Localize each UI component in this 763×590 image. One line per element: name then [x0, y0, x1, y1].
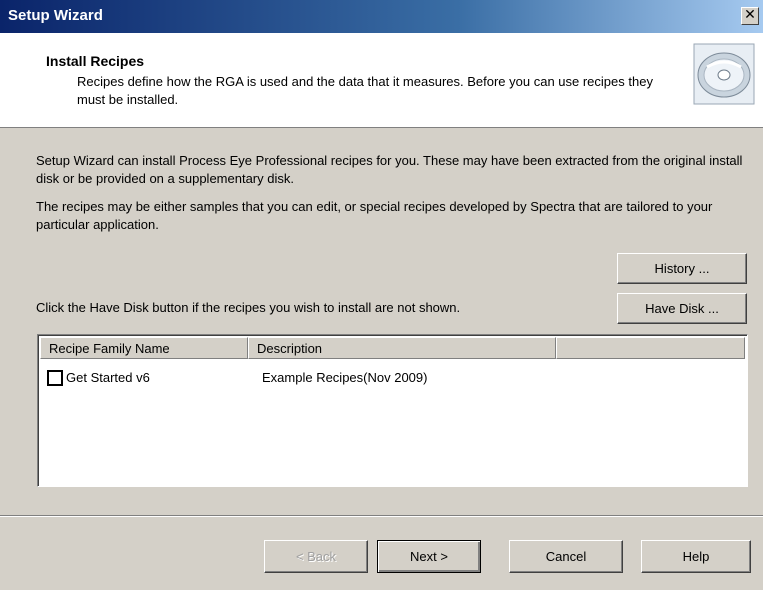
next-button[interactable]: Next >	[377, 540, 481, 573]
table-row[interactable]: Get Started v6 Example Recipes(Nov 2009)	[40, 369, 745, 389]
recipe-list-header: Recipe Family Name Description	[40, 337, 745, 359]
window-title: Setup Wizard	[8, 7, 103, 24]
recipe-description: Example Recipes(Nov 2009)	[262, 370, 428, 385]
column-header-description[interactable]: Description	[248, 337, 556, 359]
page-description: Recipes define how the RGA is used and t…	[77, 74, 653, 107]
have-disk-hint: Click the Have Disk button if the recipe…	[36, 300, 461, 315]
recipes-paragraph: The recipes may be either samples that y…	[36, 199, 713, 232]
column-header-empty[interactable]	[556, 337, 745, 359]
column-header-recipe-family[interactable]: Recipe Family Name	[40, 337, 248, 359]
recipe-family-name: Get Started v6	[66, 370, 150, 385]
cd-disc-icon	[693, 43, 755, 105]
close-button[interactable]: ✕	[741, 7, 759, 25]
help-button[interactable]: Help	[641, 540, 751, 573]
wizard-header: Install Recipes Recipes define how the R…	[0, 33, 763, 128]
title-bar[interactable]: Setup Wizard ✕	[0, 0, 763, 33]
setup-wizard-window: Setup Wizard ✕ Install Recipes Recipes d…	[0, 0, 763, 590]
cancel-button[interactable]: Cancel	[509, 540, 623, 573]
back-button[interactable]: < Back	[264, 540, 368, 573]
recipe-checkbox[interactable]	[47, 370, 63, 386]
history-button[interactable]: History ...	[617, 253, 747, 284]
intro-paragraph: Setup Wizard can install Process Eye Pro…	[36, 153, 743, 186]
have-disk-button[interactable]: Have Disk ...	[617, 293, 747, 324]
footer-divider	[0, 515, 763, 517]
recipe-list[interactable]: Recipe Family Name Description Get Start…	[37, 334, 748, 487]
page-title: Install Recipes	[46, 53, 145, 69]
close-icon: ✕	[744, 7, 756, 23]
